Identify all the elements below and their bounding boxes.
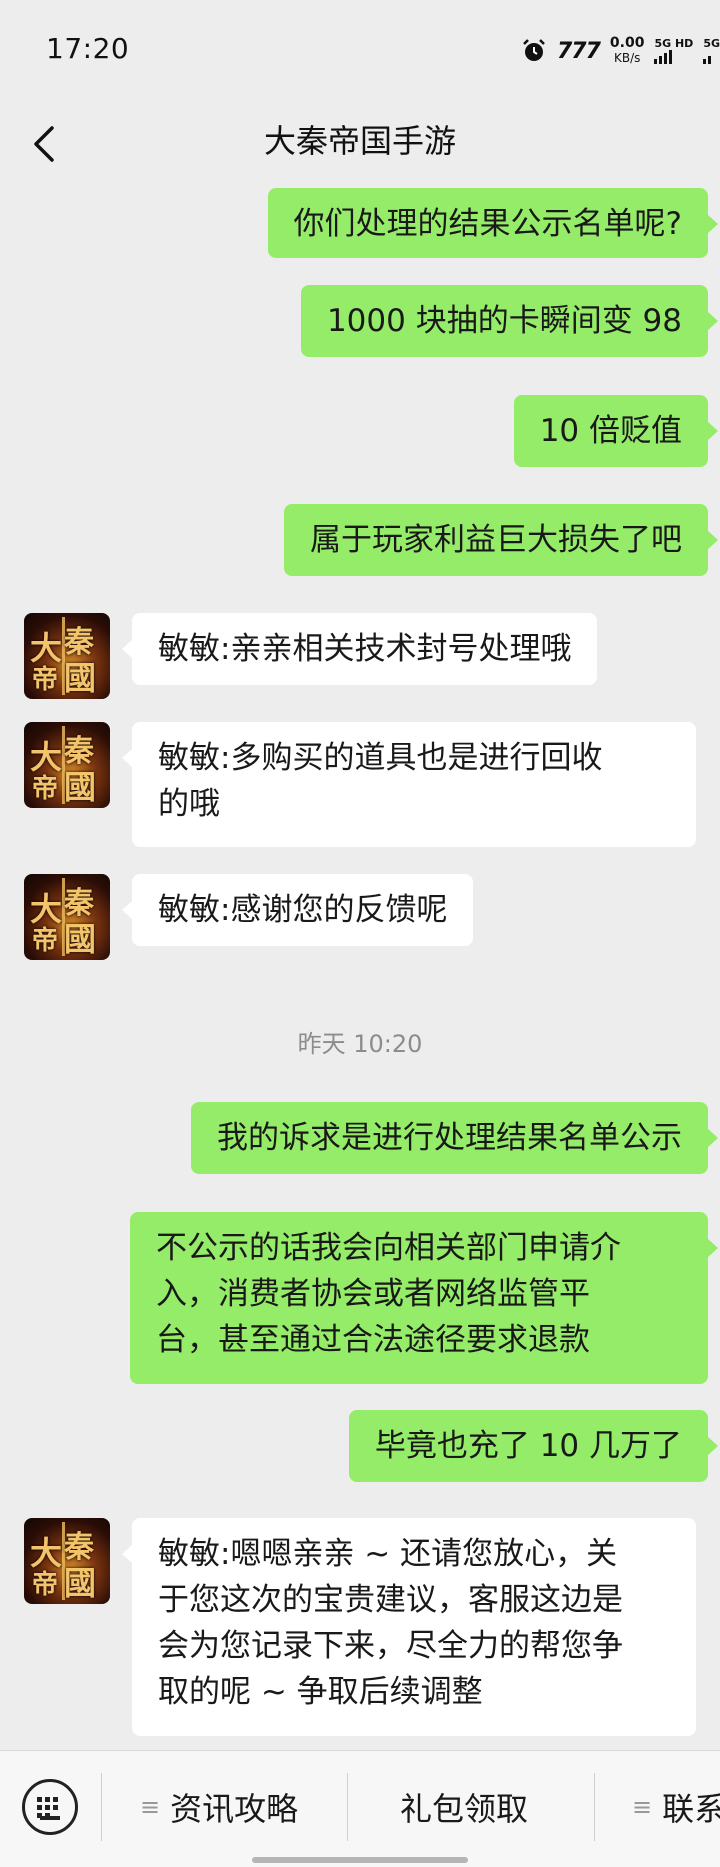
message-bubble-sent[interactable]: 属于玩家利益巨大损失了吧 [284, 504, 718, 576]
message-bubble-sent[interactable]: 不公示的话我会向相关部门申请介 入，消费者协会或者网络监管平 台，甚至通过合法途… [130, 1212, 718, 1384]
network-type-2: 5G [703, 38, 720, 64]
avatar-glyph: 國 [64, 1564, 97, 1602]
keyboard-icon [37, 1797, 63, 1818]
menu-list-icon: ≡ [632, 1793, 653, 1821]
signal-icon [654, 50, 693, 64]
avatar-glyph: 帝 [32, 926, 59, 956]
speed-value: 0.00 [609, 35, 645, 51]
avatar[interactable]: 大 秦 國 帝 [24, 1518, 110, 1604]
message-bubble-received[interactable]: 敏敏:多购买的道具也是进行回收 的哦 [122, 722, 696, 847]
message-list[interactable]: 你们处理的结果公示名单呢? 1000 块抽的卡瞬间变 98 10 倍贬值 属于玩… [0, 188, 720, 1750]
carrier-brand-icon: 777 [556, 38, 601, 64]
network-label: 5G HD [654, 37, 694, 50]
message-bubble-sent[interactable]: 你们处理的结果公示名单呢? [267, 188, 719, 258]
message-bubble-received[interactable]: 敏敏:感谢您的反馈呢 [121, 874, 474, 946]
message-bubble-sent[interactable]: 毕竟也充了 10 几万了 [348, 1410, 719, 1482]
message-bubble-received[interactable]: 敏敏:嗯嗯亲亲 ~ 还请您放心，关 于您这次的宝贵建议，客服这边是 会为您记录下… [122, 1518, 696, 1736]
keyboard-toggle-button[interactable] [22, 1779, 78, 1835]
avatar[interactable]: 大 秦 國 帝 [24, 722, 110, 808]
avatar-glyph: 國 [64, 920, 97, 958]
menu-divider [594, 1773, 595, 1841]
bottom-menu-bar: ≡ 资讯攻略 礼包领取 ≡ 联系 [0, 1750, 720, 1867]
message-bubble-sent[interactable]: 10 倍贬值 [513, 395, 719, 467]
signal-icon-2 [703, 50, 720, 64]
avatar-glyph: 國 [64, 659, 97, 697]
alarm-icon [523, 39, 545, 61]
menu-item-gift[interactable]: 礼包领取 [400, 1781, 528, 1833]
avatar-glyph: 帝 [32, 774, 59, 804]
menu-item-contact[interactable]: ≡ 联系 [632, 1781, 720, 1833]
menu-list-icon: ≡ [140, 1793, 161, 1821]
status-time: 17:20 [46, 32, 130, 65]
network-speed: 0.00 KB/s [610, 36, 645, 66]
network-type-1: 5G HD [654, 38, 693, 64]
avatar[interactable]: 大 秦 國 帝 [24, 613, 110, 699]
network-label-2: 5G [703, 37, 720, 50]
message-bubble-sent[interactable]: 1000 块抽的卡瞬间变 98 [300, 285, 719, 357]
menu-divider [347, 1773, 348, 1841]
avatar-glyph: 帝 [32, 1570, 59, 1600]
menu-item-label: 联系 [662, 1790, 720, 1828]
menu-divider [101, 1773, 102, 1841]
status-icons: 777 0.00 KB/s 5G HD 5G [521, 34, 720, 68]
menu-item-label: 礼包领取 [400, 1790, 529, 1828]
avatar-glyph: 國 [64, 768, 97, 806]
chat-header: 大秦帝国手游 [0, 100, 720, 188]
avatar-glyph: 帝 [32, 665, 59, 695]
message-bubble-received[interactable]: 敏敏:亲亲相关技术封号处理哦 [121, 613, 598, 685]
page-title: 大秦帝国手游 [263, 122, 456, 160]
home-indicator[interactable] [252, 1857, 468, 1863]
avatar[interactable]: 大 秦 國 帝 [24, 874, 110, 960]
chat-screen: 17:20 777 0.00 KB/s 5G HD 5G 大秦帝国手游 你们处理… [0, 0, 720, 1867]
menu-item-news[interactable]: ≡ 资讯攻略 [140, 1781, 298, 1833]
status-bar: 17:20 777 0.00 KB/s 5G HD 5G [0, 0, 720, 100]
message-timestamp: 昨天 10:20 [297, 1030, 423, 1058]
speed-unit: KB/s [613, 51, 641, 65]
menu-item-label: 资讯攻略 [170, 1790, 299, 1828]
message-bubble-sent[interactable]: 我的诉求是进行处理结果名单公示 [191, 1102, 718, 1174]
